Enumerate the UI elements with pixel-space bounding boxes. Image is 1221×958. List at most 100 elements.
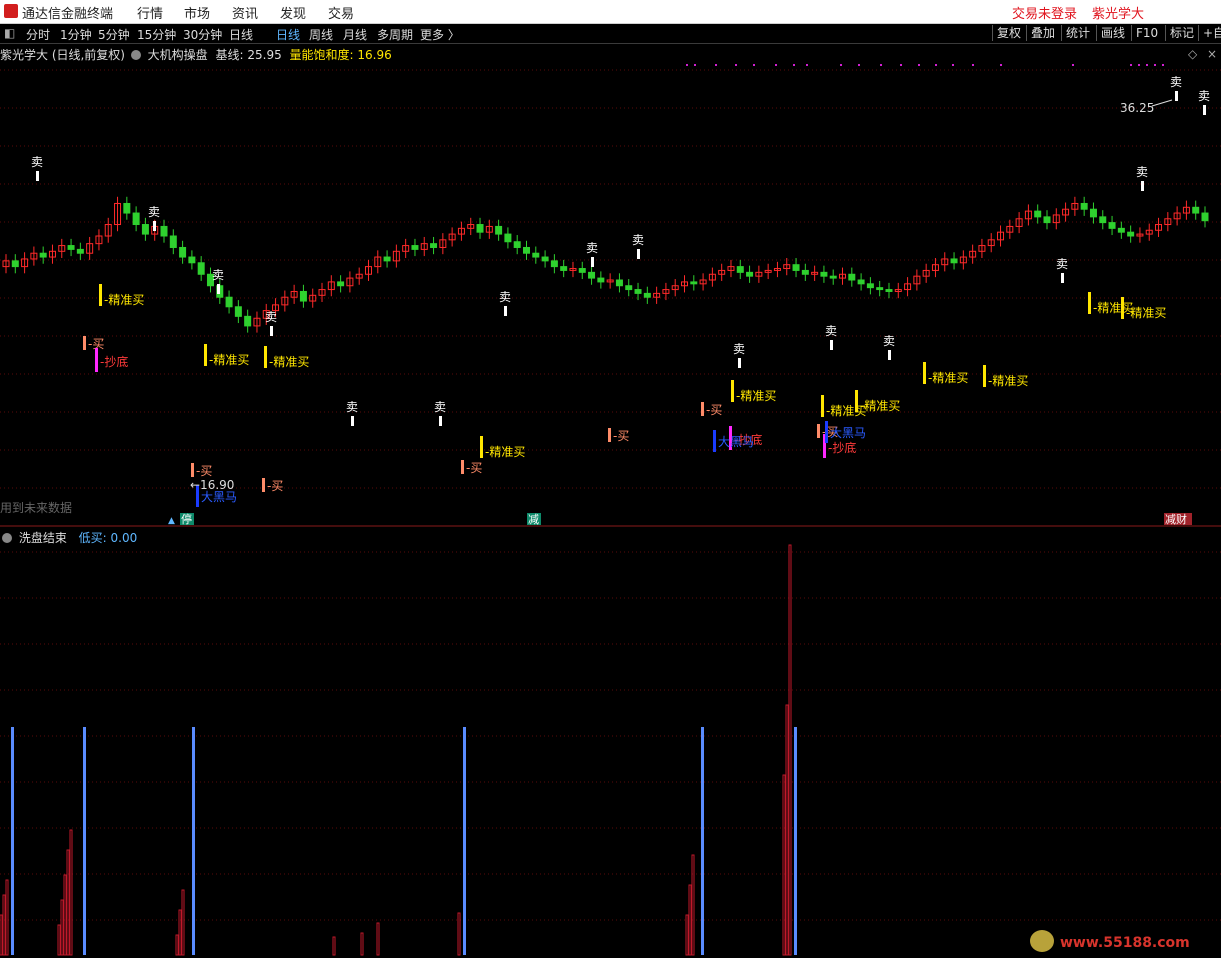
candle-body [820, 271, 828, 277]
sell-signal-label: 卖 [825, 324, 837, 338]
precise-buy-label: -精准买 [860, 399, 900, 413]
top-signal-dot [735, 64, 737, 66]
sell-signal-label: 卖 [346, 400, 358, 414]
sell-signal-label: 卖 [883, 334, 895, 348]
candle-body [866, 283, 874, 289]
top-signal-dot [806, 64, 808, 66]
dark-horse-bar [825, 421, 828, 443]
candle-body [169, 235, 177, 248]
wash-red-bar [5, 879, 9, 956]
event-tag: 减 [528, 513, 539, 526]
candle-body [383, 256, 391, 262]
top-signal-dot [1162, 64, 1164, 66]
candle-body [244, 315, 252, 327]
sell-signal-label: 卖 [1056, 257, 1068, 271]
candle-body [1127, 231, 1135, 237]
wash-blue-spike [463, 727, 466, 955]
wash-red-bar [69, 829, 73, 956]
top-signal-dot [918, 64, 920, 66]
top-signal-dot [858, 64, 860, 66]
top-signal-dot [900, 64, 902, 66]
wash-red-bar [181, 889, 185, 956]
event-tag: 减财 [1165, 512, 1187, 526]
wash-red-bar [691, 854, 695, 956]
candle-body [123, 202, 131, 214]
candle-body [179, 246, 187, 258]
wash-red-bar [175, 934, 179, 956]
sell-signal-bar [217, 284, 220, 294]
bottom-fish-label: -抄底 [100, 354, 128, 369]
sell-signal-bar [439, 416, 442, 426]
candle-body [67, 245, 75, 250]
candle-body [829, 275, 837, 279]
candle-body [234, 306, 242, 317]
candle-body [588, 271, 596, 279]
candle-body [513, 241, 521, 248]
wash-red-bar [782, 774, 786, 956]
candle-body [39, 252, 47, 258]
candle-body [522, 246, 530, 254]
candle-body [188, 256, 196, 264]
sell-signal-label: 卖 [212, 268, 224, 282]
wash-blue-spike [11, 727, 14, 955]
wash-red-bar [57, 924, 61, 956]
high-price-label: 36.25 [1120, 101, 1154, 115]
sell-signal-label: 卖 [148, 205, 160, 219]
sell-signal-bar [1203, 105, 1206, 115]
sell-signal-label: 卖 [499, 290, 511, 304]
sell-signal-bar [351, 416, 354, 426]
candle-body [160, 225, 168, 237]
sell-signal-label: 卖 [1136, 165, 1148, 179]
candle-body [634, 289, 642, 294]
dark-horse-label: 大黑马 [201, 490, 237, 504]
sell-signal-label: 卖 [1198, 89, 1210, 103]
top-signal-dot [686, 64, 688, 66]
candle-body [132, 212, 140, 226]
kline-chart[interactable]: 卖卖卖卖卖 卖卖卖卖卖卖卖卖卖卖卖-精准买-精准买 -精准买-精准买-精准买-精准买… [0, 0, 1221, 958]
precise-buy-label: -精准买 [485, 445, 525, 459]
candle-body [736, 266, 744, 273]
precise-buy-label: -精准买 [104, 293, 144, 307]
wash-blue-spike [794, 727, 797, 955]
candle-body [337, 281, 345, 287]
wash-red-bar [178, 909, 182, 956]
wash-blue-spike [192, 727, 195, 955]
low-price-label: ←16.90 [190, 478, 234, 492]
wash-red-bar [66, 849, 70, 956]
buy-signal-bar [262, 478, 265, 492]
candle-body [1080, 202, 1088, 210]
panel-collapse-icon: ◇ [1188, 47, 1198, 61]
sell-signal-bar [36, 171, 39, 181]
sell-signal-label: 卖 [632, 233, 644, 247]
candle-body [495, 225, 503, 235]
precise-buy-label: -精准买 [269, 355, 309, 369]
candle-body [885, 289, 893, 292]
buy-signal-bar [817, 424, 820, 438]
wash-red-bar [0, 914, 3, 956]
sell-signal-bar [1175, 91, 1178, 101]
sell-signal-label: 卖 [31, 155, 43, 169]
precise-buy-label: -精准买 [209, 353, 249, 367]
buy-signal-label: -买 [196, 464, 212, 478]
buy-signal-bar [191, 463, 194, 477]
sell-signal-bar [1141, 181, 1144, 191]
sell-signal-bar [830, 340, 833, 350]
precise-buy-bar [923, 362, 926, 384]
candle-body [746, 271, 754, 277]
candle-body [411, 245, 419, 250]
candle-body [532, 252, 540, 258]
candle-body [848, 273, 856, 281]
buy-signal-bar [608, 428, 611, 442]
candle-body [597, 277, 605, 283]
dark-horse-label: 大黑马 [718, 435, 754, 449]
buy-signal-label: -买 [466, 461, 482, 475]
top-signal-dot [935, 64, 937, 66]
top-signal-dot [972, 64, 974, 66]
buy-signal-bar [701, 402, 704, 416]
sell-signal-label: 卖 [586, 241, 598, 255]
precise-buy-bar [204, 344, 207, 366]
dark-horse-bar [713, 430, 716, 452]
sell-signal-bar [153, 221, 156, 231]
precise-buy-bar [1121, 297, 1124, 319]
sell-signal-bar [1061, 273, 1064, 283]
